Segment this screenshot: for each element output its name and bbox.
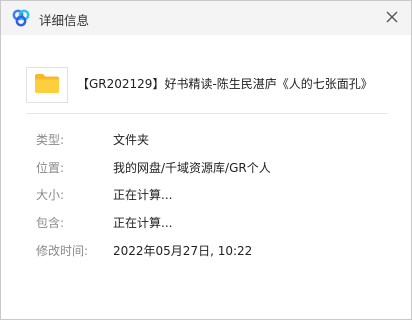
property-value: 我的网盘/千域资源库/GR个人: [113, 161, 271, 175]
property-value: 正在计算...: [113, 188, 173, 202]
file-name: 【GR202129】好书精读-陈生民湛庐《人的七张面孔》: [77, 77, 373, 91]
property-row-modified: 修改时间: 2022年05月27日, 10:22: [1, 240, 411, 262]
cloud-drive-logo-icon: [11, 9, 31, 27]
property-row-location: 位置: 我的网盘/千域资源库/GR个人: [1, 157, 411, 179]
details-dialog: 详细信息 【GR202129】好书精读-陈生民湛庐《人的七张面孔》 类型: 文件…: [0, 0, 412, 320]
property-row-size: 大小: 正在计算...: [1, 184, 411, 206]
file-icon-box: [26, 67, 68, 103]
property-row-type: 类型: 文件夹: [1, 129, 411, 151]
property-label: 大小:: [36, 188, 65, 202]
property-label: 修改时间:: [36, 244, 89, 258]
property-label: 位置:: [36, 161, 65, 175]
folder-icon: [35, 74, 59, 93]
close-button[interactable]: [379, 4, 405, 30]
property-label: 类型:: [36, 133, 65, 147]
property-value: 2022年05月27日, 10:22: [113, 244, 253, 258]
property-value: 正在计算...: [113, 216, 173, 230]
title-bar[interactable]: 详细信息: [1, 1, 411, 35]
property-value: 文件夹: [113, 133, 150, 147]
property-row-contains: 包含: 正在计算...: [1, 212, 411, 234]
property-label: 包含:: [36, 216, 65, 230]
dialog-title: 详细信息: [39, 13, 90, 28]
divider: [26, 113, 388, 114]
close-icon: [386, 11, 398, 23]
